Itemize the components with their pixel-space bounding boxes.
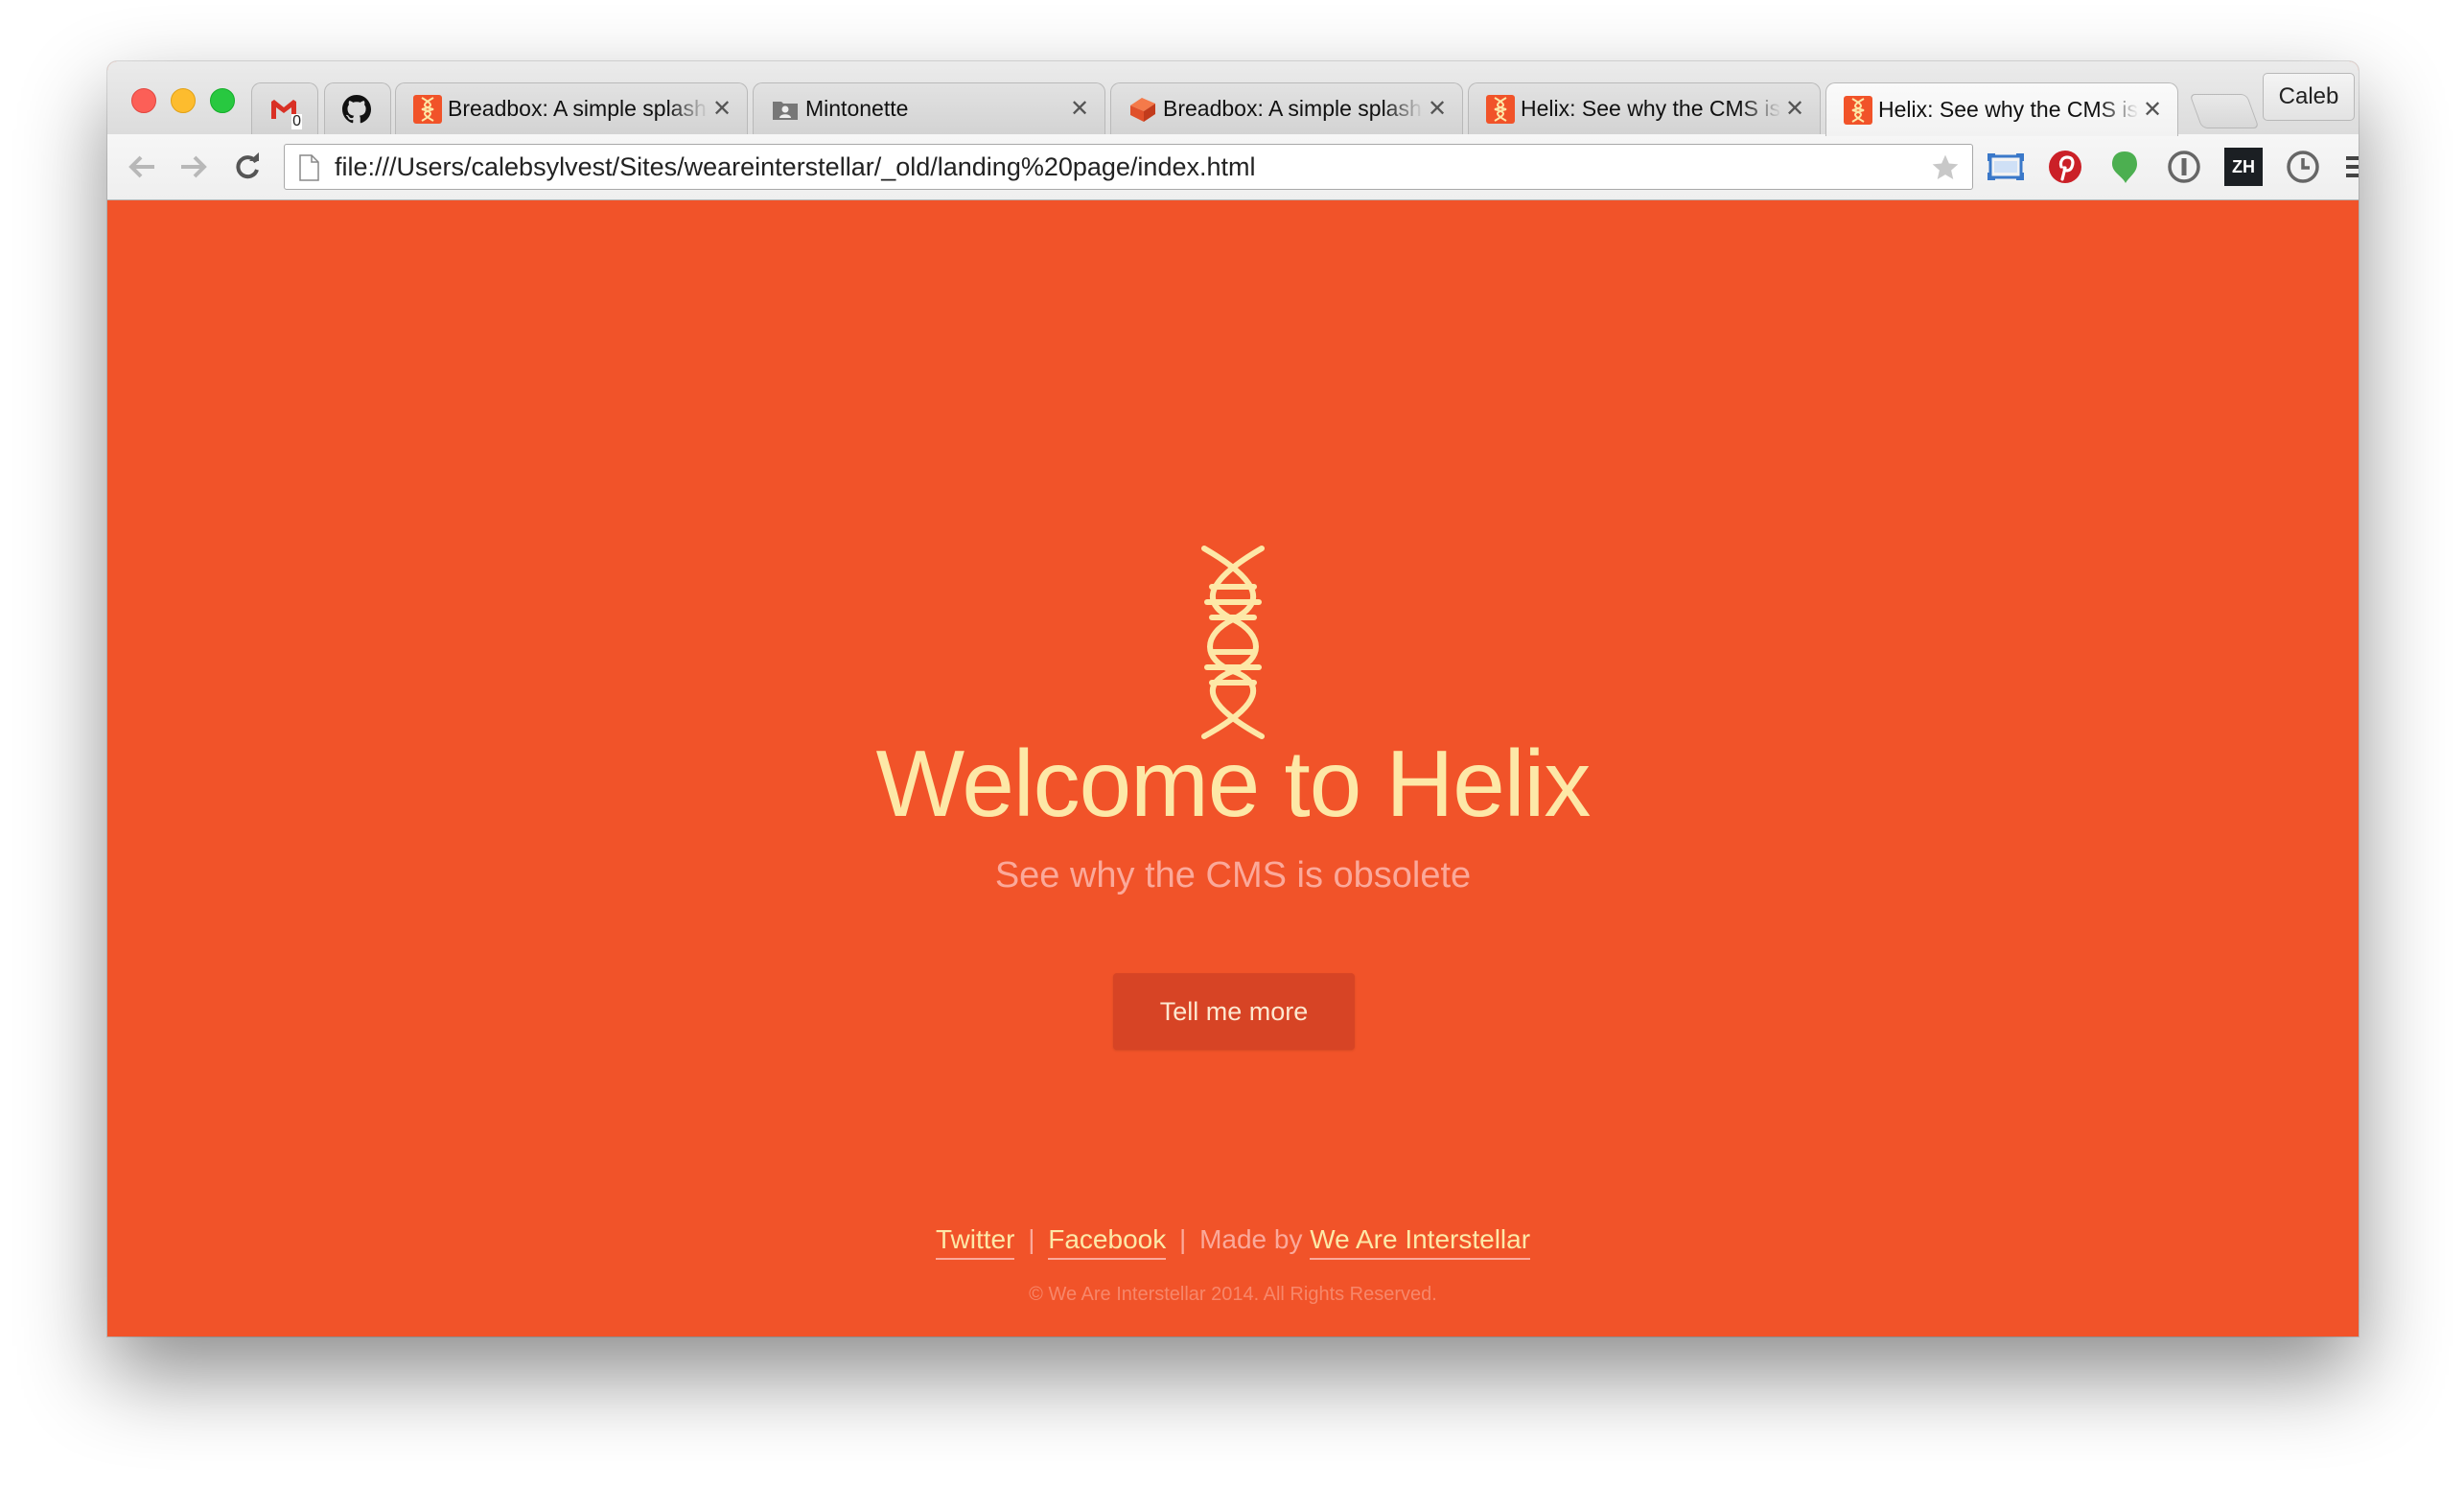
gmail-unread-count: 0	[291, 112, 302, 129]
reload-button[interactable]	[228, 148, 267, 186]
helix-dna-logo	[1201, 546, 1265, 739]
history-clock-icon[interactable]	[2284, 148, 2322, 186]
tab-helix-1[interactable]: Helix: See why the CMS is ✕	[1468, 82, 1821, 134]
made-by-text: Made by	[1199, 1224, 1303, 1254]
back-button[interactable]	[123, 148, 161, 186]
helix-favicon	[1844, 95, 1872, 125]
forward-button[interactable]	[174, 148, 213, 186]
back-arrow-icon	[128, 155, 154, 178]
reload-icon	[236, 152, 259, 179]
tab-breadbox-1[interactable]: Breadbox: A simple splash ✕	[395, 82, 748, 134]
helix-favicon	[1486, 94, 1515, 124]
gmail-icon: 0	[269, 95, 302, 129]
tab-mintonette[interactable]: Mintonette ✕	[753, 82, 1105, 134]
tab-helix-active[interactable]: Helix: See why the CMS is ✕	[1825, 82, 2178, 136]
tab-title: Helix: See why the CMS is	[1878, 97, 2138, 122]
tab-close-icon[interactable]: ✕	[2139, 96, 2166, 124]
pinterest-icon[interactable]	[2046, 148, 2084, 186]
bookmark-star-icon[interactable]	[1930, 152, 1961, 188]
footer-links: Twitter | Facebook | Made by We Are Inte…	[107, 1224, 2359, 1260]
footer-separator: |	[1179, 1224, 1187, 1254]
tab-close-icon[interactable]: ✕	[709, 95, 735, 123]
tab-github[interactable]	[324, 82, 391, 134]
cast-icon[interactable]	[1987, 148, 2025, 186]
address-bar[interactable]: file:///Users/calebsylvest/Sites/wearein…	[284, 144, 1973, 190]
tab-close-icon[interactable]: ✕	[1781, 95, 1808, 123]
browser-window: 0 Breadbox: A simple splash ✕ Mintonette…	[107, 61, 2359, 1337]
tab-title: Mintonette	[805, 96, 909, 121]
onepassword-icon[interactable]	[2165, 148, 2203, 186]
helix-favicon	[413, 94, 442, 124]
menu-icon[interactable]	[2341, 148, 2359, 186]
tell-me-more-button[interactable]: Tell me more	[1113, 973, 1355, 1050]
browser-toolbar: file:///Users/calebsylvest/Sites/wearein…	[107, 134, 2359, 200]
page-title: Welcome to Helix	[875, 731, 1592, 836]
tab-strip: 0 Breadbox: A simple splash ✕ Mintonette…	[107, 61, 2359, 136]
tab-title: Breadbox: A simple splash	[1163, 96, 1422, 121]
maximize-window-button[interactable]	[210, 88, 235, 113]
close-window-button[interactable]	[131, 88, 156, 113]
minimize-window-button[interactable]	[171, 88, 196, 113]
forward-arrow-icon	[181, 155, 207, 178]
tab-title: Helix: See why the CMS is	[1521, 96, 1780, 121]
tab-close-icon[interactable]: ✕	[1424, 95, 1451, 123]
twitter-link[interactable]: Twitter	[935, 1224, 1015, 1260]
footer-separator: |	[1028, 1224, 1035, 1254]
evernote-icon[interactable]	[2105, 148, 2144, 186]
copyright-text: © We Are Interstellar 2014. All Rights R…	[1029, 1284, 1437, 1305]
page-subtitle: See why the CMS is obsolete	[994, 855, 1472, 895]
zenhub-icon[interactable]: ZH	[2224, 148, 2263, 186]
new-tab-button[interactable]	[2189, 94, 2260, 128]
url-text[interactable]: file:///Users/calebsylvest/Sites/wearein…	[335, 152, 1256, 182]
tab-breadbox-2[interactable]: Breadbox: A simple splash ✕	[1110, 82, 1463, 134]
tab-title: Breadbox: A simple splash	[448, 96, 707, 121]
we-are-interstellar-link[interactable]: We Are Interstellar	[1310, 1224, 1531, 1260]
profile-button[interactable]: Caleb	[2263, 73, 2355, 121]
github-icon	[342, 94, 371, 124]
page-icon	[298, 154, 319, 186]
folder-user-icon	[771, 95, 800, 124]
page-content: Welcome to Helix See why the CMS is obso…	[107, 199, 2359, 1337]
tab-gmail[interactable]: 0	[251, 82, 318, 134]
breadbox-favicon	[1128, 95, 1157, 124]
facebook-link[interactable]: Facebook	[1048, 1224, 1167, 1260]
tab-close-icon[interactable]: ✕	[1066, 95, 1093, 123]
